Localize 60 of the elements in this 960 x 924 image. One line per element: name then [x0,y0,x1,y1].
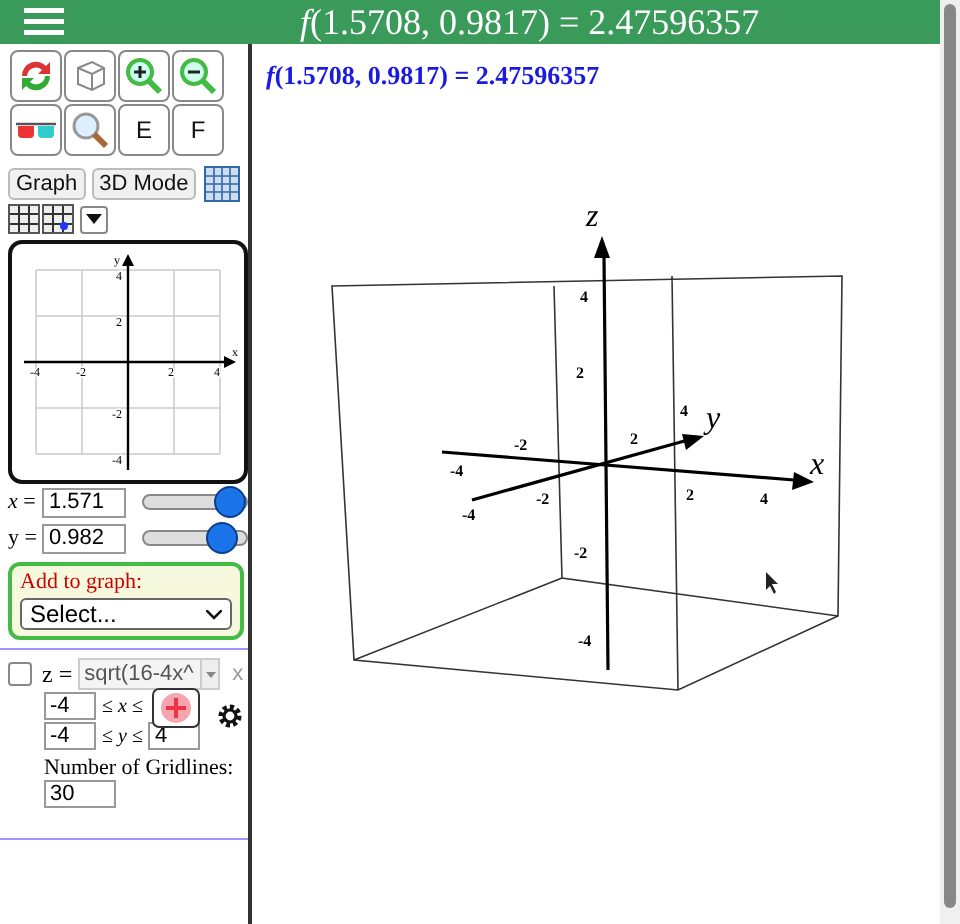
grid-icon[interactable] [8,204,40,234]
tick-label: -4 [578,632,592,650]
cube-button[interactable] [64,50,116,102]
tick-label: 4 [760,490,768,508]
add-to-graph-label: Add to graph: [20,570,145,594]
reset-button[interactable] [10,50,62,102]
y-min-field[interactable]: -4 [44,722,96,750]
zoom-out-icon [176,54,220,98]
tick-label: 2 [576,364,584,382]
zoom-in-button[interactable] [118,50,170,102]
mode-button[interactable]: 3D Mode [91,168,197,200]
tick-label: -4 [450,462,464,480]
select-dropdown[interactable]: Select... [20,598,232,630]
value-field[interactable]: 0.982 [42,523,127,553]
slider-thumb[interactable] [213,486,246,518]
scrollbar[interactable] [940,0,960,924]
settings-icon[interactable] [216,702,244,730]
slider-thumb[interactable] [205,522,238,554]
tick-label: -2 [574,544,588,562]
variable-label: y = [8,526,39,550]
tick-label: -2 [536,490,550,508]
x-min-field[interactable]: -4 [44,692,96,720]
gridlines-label: Number of Gridlines: [44,756,236,780]
variable-label: x = [8,490,38,514]
3d-glasses-button[interactable] [10,104,62,156]
dropdown-button[interactable] [80,205,108,233]
value-field[interactable]: 1.571 [42,487,127,517]
function-label: z = [42,659,73,689]
checkbox[interactable] [8,662,32,686]
gridlines-field[interactable]: 30 [44,780,116,808]
expression-field[interactable]: sqrt(16-4x^ [78,658,221,690]
tick-label: -4 [462,506,476,524]
range-label: ≤ x ≤ [102,695,143,717]
grid-point-icon[interactable] [42,204,74,234]
axis-label: x [810,448,825,482]
tick-label: 4 [680,402,688,420]
cursor-icon [766,572,778,594]
letter-button[interactable]: E [118,104,170,156]
axis-label: y [706,402,721,436]
caret-icon [86,214,102,224]
function-value-text: f(1.5708, 0.9817) = 2.47596357 [264,58,600,92]
tick-label: 4 [580,288,588,306]
magnifier-button[interactable] [64,104,116,156]
caret-icon [205,671,216,677]
table-icon[interactable] [204,166,241,202]
chevron-icon [206,609,222,619]
tick-label: -2 [514,436,528,454]
range-label: ≤ y ≤ [102,725,143,747]
axis-label: z [586,200,599,234]
magnifier-icon [68,108,112,152]
color-picker-icon[interactable] [152,688,200,728]
zoom-out-button[interactable] [172,50,224,102]
zoom-in-icon [122,54,166,98]
function-value-title: f(1.5708, 0.9817) = 2.47596357 [300,1,760,43]
mode-button[interactable]: Graph [8,168,86,200]
scrollbar-thumb[interactable] [944,4,956,908]
letter-button[interactable]: F [172,104,224,156]
tick-label: 2 [686,486,694,504]
menu-icon[interactable] [24,8,64,36]
tick-label: 2 [630,430,638,448]
